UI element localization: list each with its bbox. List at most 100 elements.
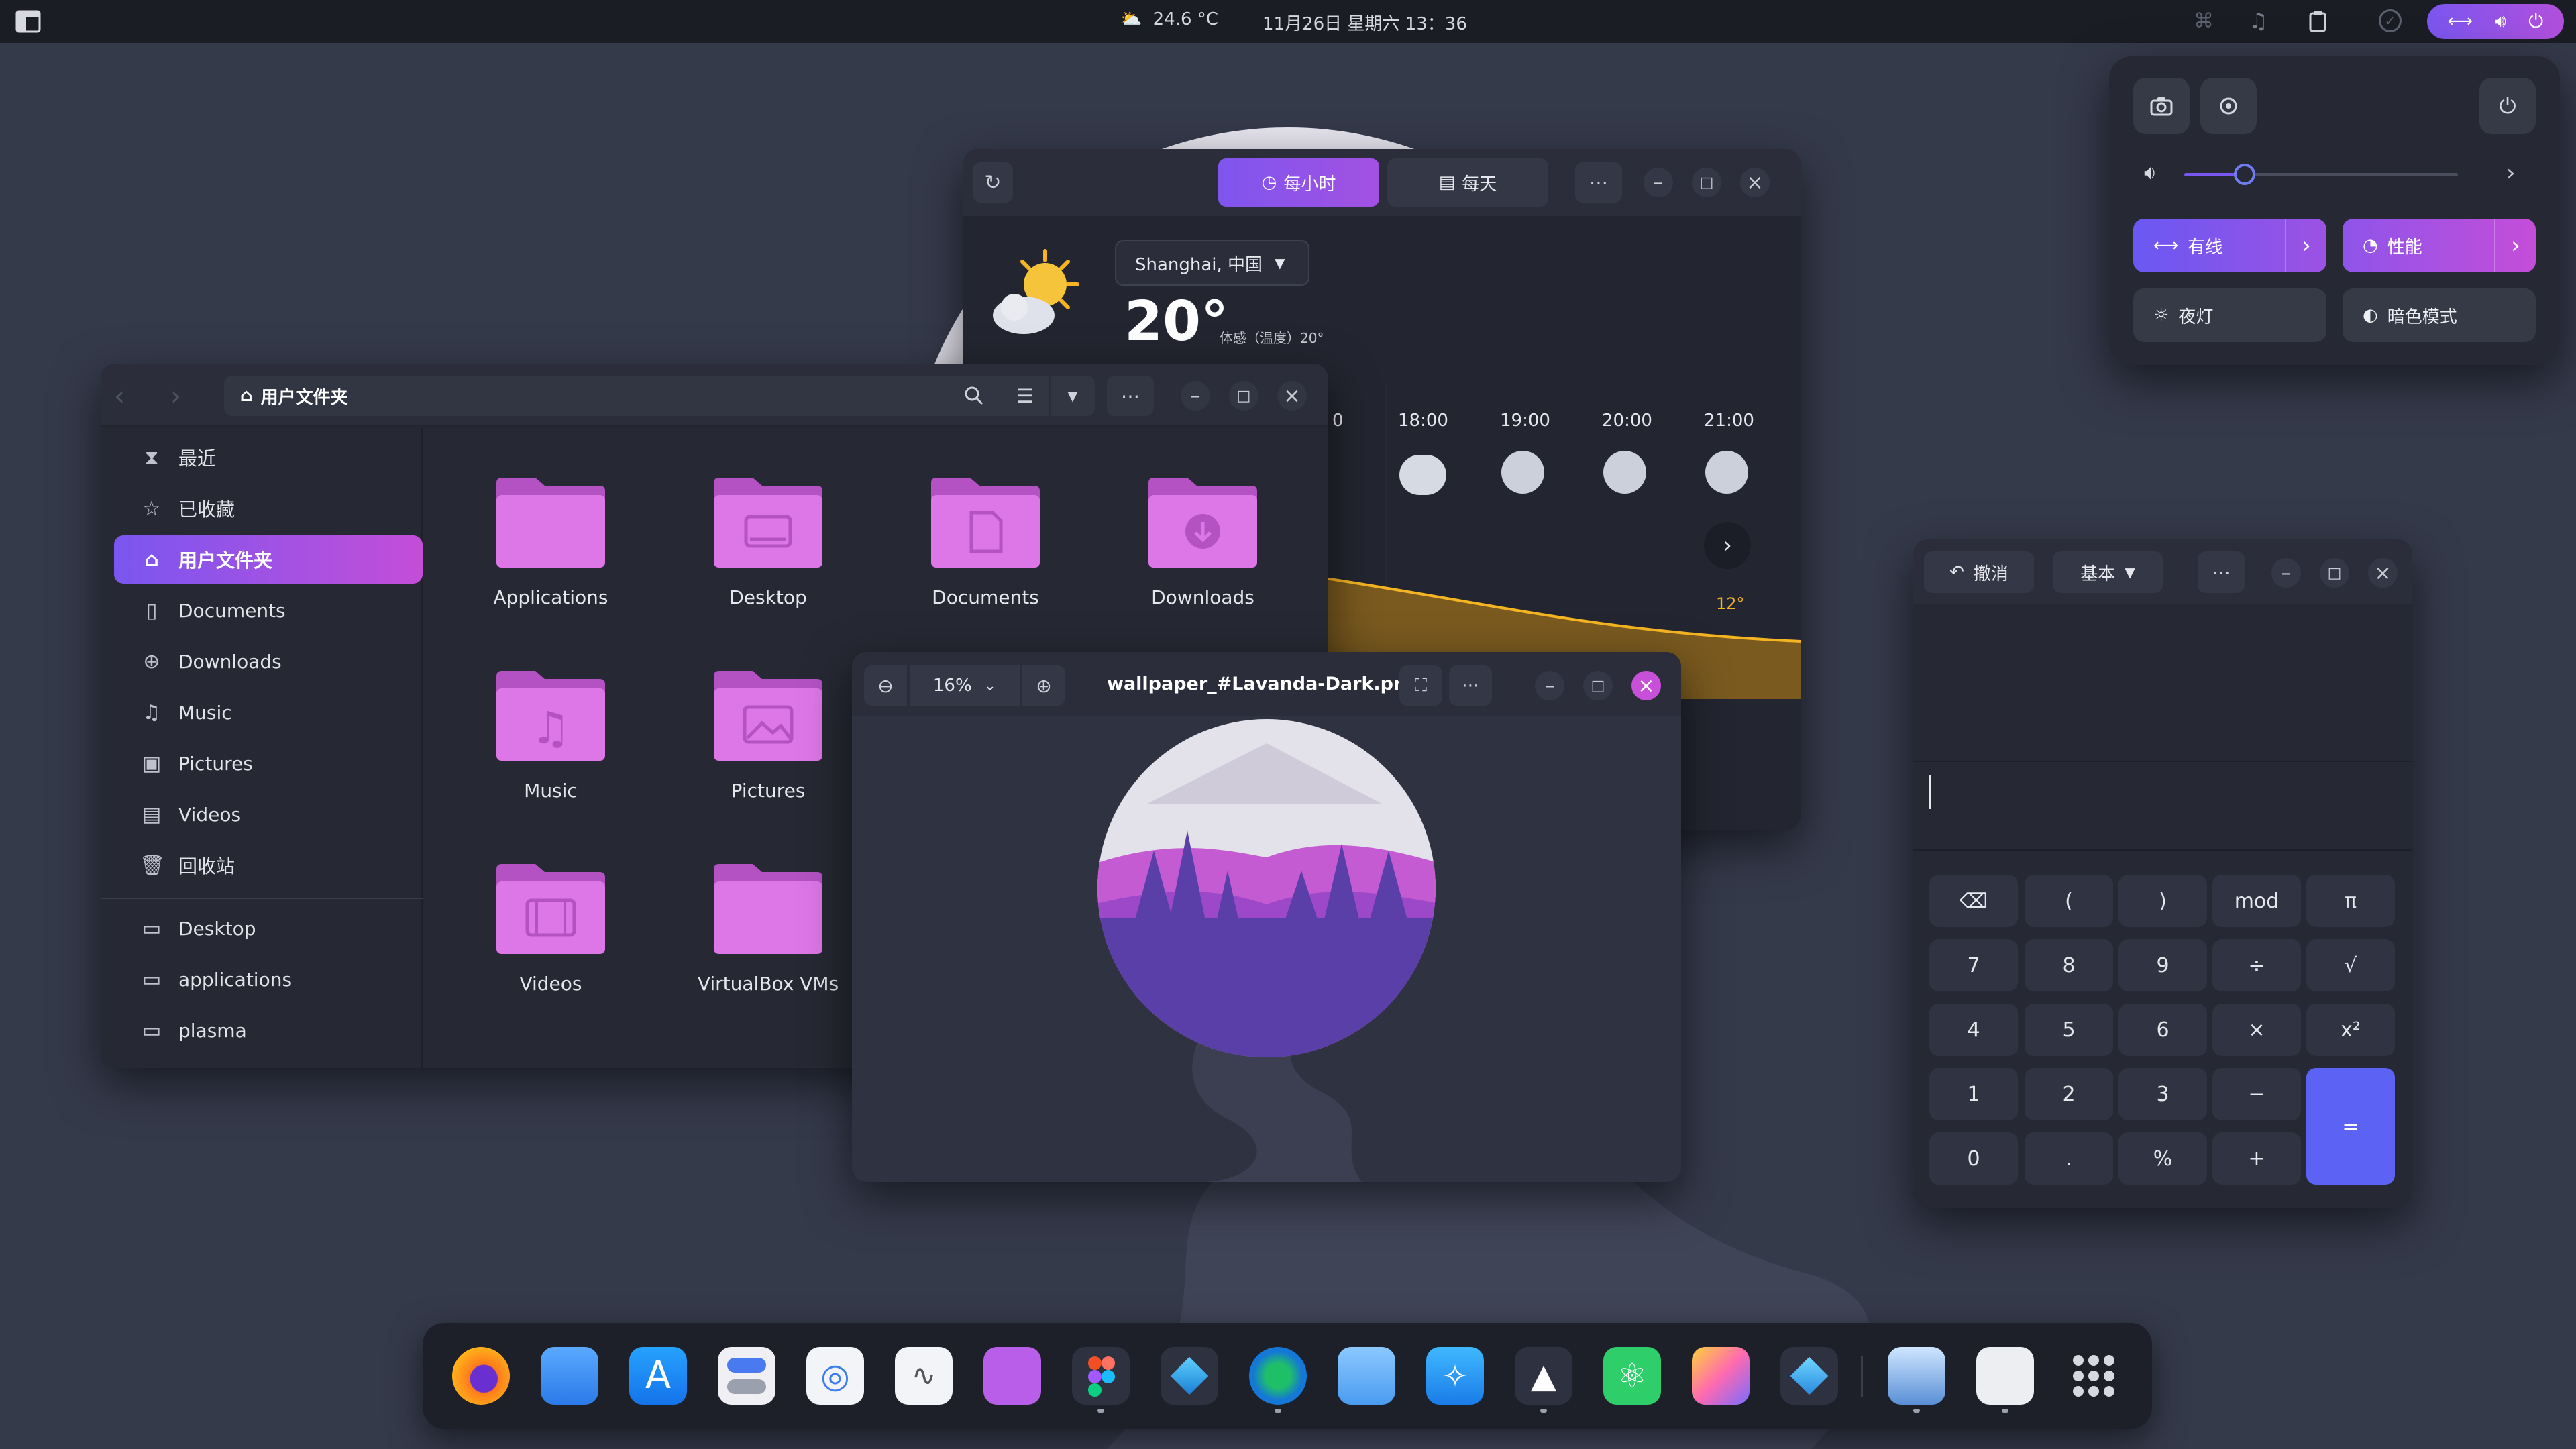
zoom-in-button[interactable]: ⊕	[1022, 665, 1065, 706]
calc-key[interactable]: π	[2306, 875, 2395, 927]
tray-hash-icon[interactable]: ⌘	[2194, 9, 2214, 33]
calc-mode-selector[interactable]: 基本 ▼	[2053, 551, 2163, 593]
sidebar-item-starred[interactable]: ☆ 已收藏	[114, 484, 423, 533]
iv-menu-button[interactable]: ⋯	[1449, 665, 1492, 706]
folder-item[interactable]: VirtualBox VMs	[684, 861, 852, 995]
clock[interactable]: 11月26日 星期六 13：36	[1263, 10, 1467, 35]
fullscreen-button[interactable]: ⛶	[1399, 665, 1442, 706]
minimize-button[interactable]: –	[2271, 558, 2301, 588]
calc-key[interactable]: .	[2025, 1132, 2113, 1185]
calc-key[interactable]: 6	[2118, 1004, 2207, 1056]
close-button[interactable]: ×	[2368, 558, 2398, 588]
sidebar-item-documents[interactable]: ▯ Documents	[114, 586, 423, 635]
sidebar-item-plasma[interactable]: ▭ plasma	[114, 1006, 423, 1055]
weather-menu-button[interactable]: ⋯	[1575, 162, 1622, 203]
sidebar-item-trash[interactable]: 🗑︎ 回收站	[114, 841, 423, 890]
safari-icon[interactable]: ✧	[1426, 1347, 1484, 1405]
calc-key[interactable]: mod	[2212, 875, 2301, 927]
calc-key[interactable]: 9	[2118, 939, 2207, 991]
maximize-button[interactable]: □	[1692, 168, 1721, 197]
calc-key-equals[interactable]: =	[2306, 1068, 2395, 1185]
close-button[interactable]: ×	[1740, 168, 1770, 197]
fm-menu-button[interactable]: ⋯	[1107, 376, 1154, 416]
calc-key[interactable]: ÷	[2212, 939, 2301, 991]
folder-item[interactable]: ♫ Music	[467, 668, 635, 802]
folder-item[interactable]: Documents	[902, 475, 1069, 608]
dark-mode-toggle[interactable]: ◐ 暗色模式	[2343, 288, 2536, 342]
calc-key[interactable]: 2	[2025, 1068, 2113, 1120]
back-button[interactable]: ‹	[114, 381, 125, 412]
tray-check-icon[interactable]: ✓	[2379, 9, 2402, 32]
screenshot-icon[interactable]	[1888, 1347, 1945, 1405]
close-button[interactable]: ×	[1631, 671, 1661, 700]
virtualbox-icon[interactable]	[1161, 1347, 1218, 1405]
calc-key-backspace[interactable]: ⌫	[1929, 875, 2018, 927]
undo-button[interactable]: ↶ 撤消	[1924, 551, 2034, 593]
app-grid-icon[interactable]	[2065, 1347, 2123, 1405]
calc-key[interactable]: x²	[2306, 1004, 2395, 1056]
sidebar-item-downloads[interactable]: ⊕ Downloads	[114, 637, 423, 686]
tab-daily[interactable]: ▤ 每天	[1387, 158, 1548, 207]
view-list-button[interactable]: ☰	[1001, 376, 1049, 416]
app-store-icon[interactable]: A	[629, 1347, 687, 1405]
edge-icon[interactable]	[1249, 1347, 1307, 1405]
wired-toggle[interactable]: ⟷ 有线 ›	[2133, 219, 2326, 272]
search-button[interactable]	[950, 376, 998, 416]
next-hours-button[interactable]: ›	[1704, 522, 1751, 569]
calc-key[interactable]: 0	[1929, 1132, 2018, 1185]
atom-icon[interactable]: ⚛	[1603, 1347, 1661, 1405]
calc-key[interactable]: (	[2025, 875, 2113, 927]
calc-key[interactable]: 1	[1929, 1068, 2018, 1120]
volume-slider-handle[interactable]	[2233, 164, 2255, 185]
zoom-out-button[interactable]: ⊖	[864, 665, 907, 706]
sidebar-item-desktop-drive[interactable]: ▭ Desktop	[114, 904, 423, 953]
folder-item[interactable]: Desktop	[684, 475, 852, 608]
system-menu-pill[interactable]: ⟷ 🔊︎ ⏻	[2427, 4, 2564, 39]
inkscape-icon[interactable]: ▲	[1515, 1347, 1572, 1405]
settings-toggle-icon[interactable]	[718, 1347, 775, 1405]
color-picker-icon[interactable]	[1692, 1347, 1750, 1405]
refresh-button[interactable]: ↻	[973, 162, 1013, 203]
forward-button[interactable]: ›	[170, 381, 181, 412]
path-bar[interactable]: ⌂ 用户文件夹 ⋯	[224, 376, 1036, 416]
tab-hourly[interactable]: ◷ 每小时	[1218, 158, 1379, 207]
sidebar-item-home[interactable]: ⌂ 用户文件夹	[114, 535, 423, 584]
power-menu-button[interactable]: ⏻	[2479, 78, 2536, 134]
folder-item[interactable]: Pictures	[684, 668, 852, 802]
tray-music-icon[interactable]: ♫	[2249, 8, 2268, 34]
activities-icon[interactable]	[15, 8, 42, 35]
screenshot-button[interactable]	[2133, 78, 2190, 134]
volume-slider[interactable]	[2184, 164, 2458, 185]
sidebar-item-music[interactable]: ♫ Music	[114, 688, 423, 737]
minimize-button[interactable]: –	[1181, 381, 1210, 411]
minimize-button[interactable]: –	[1644, 168, 1673, 197]
maximize-button[interactable]: □	[1583, 671, 1613, 700]
figma-icon[interactable]	[1072, 1347, 1130, 1405]
system-monitor-icon[interactable]: ∿	[895, 1347, 953, 1405]
folder-item[interactable]: Applications	[467, 475, 635, 608]
calc-input[interactable]	[1913, 763, 2412, 851]
calc-key[interactable]: 4	[1929, 1004, 2018, 1056]
calc-key[interactable]: +	[2212, 1132, 2301, 1185]
folder-icon[interactable]	[1338, 1347, 1395, 1405]
calc-key[interactable]: √	[2306, 939, 2395, 991]
location-selector[interactable]: Shanghai, 中国 ▼	[1115, 240, 1309, 286]
maximize-button[interactable]: □	[1229, 381, 1258, 411]
close-button[interactable]: ×	[1277, 381, 1307, 411]
calc-key[interactable]: )	[2118, 875, 2207, 927]
sidebar-item-videos[interactable]: ▤ Videos	[114, 790, 423, 839]
weather-indicator[interactable]: ⛅ 24.6 °C	[1120, 9, 1218, 30]
minimize-button[interactable]: –	[1535, 671, 1564, 700]
folder-item[interactable]: Videos	[467, 861, 635, 995]
calc-key[interactable]: 3	[2118, 1068, 2207, 1120]
maximize-button[interactable]: □	[2320, 558, 2349, 588]
calc-key[interactable]: %	[2118, 1132, 2207, 1185]
performance-expand-icon[interactable]: ›	[2494, 219, 2536, 272]
performance-toggle[interactable]: ◔ 性能 ›	[2343, 219, 2536, 272]
cube-icon[interactable]	[1780, 1347, 1838, 1405]
sidebar-item-recent[interactable]: ⧗ 最近	[114, 433, 423, 482]
zoom-level-selector[interactable]: 16% ⌄	[910, 665, 1020, 706]
tray-clipboard-icon[interactable]	[2308, 9, 2328, 32]
calc-menu-button[interactable]: ⋯	[2198, 551, 2245, 593]
folder-item[interactable]: Downloads	[1119, 475, 1287, 608]
